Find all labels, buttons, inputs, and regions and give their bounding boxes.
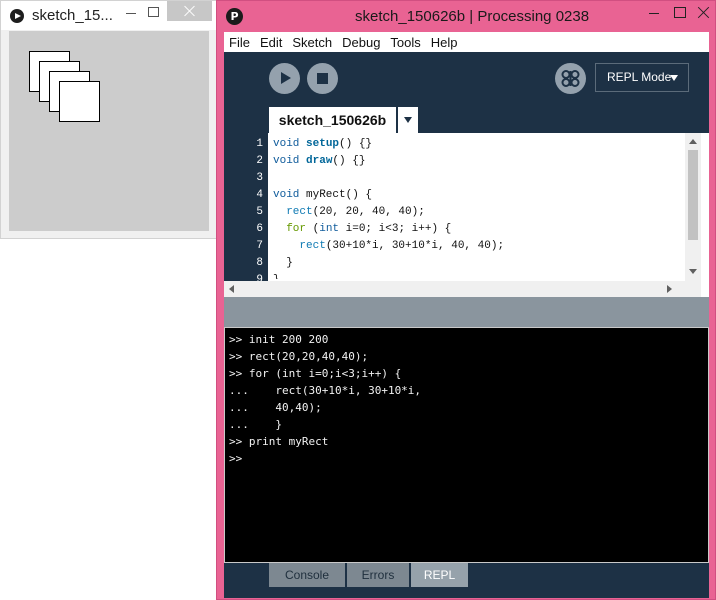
line-number: 7 [256,240,263,252]
repl-line: ... 40,40); [229,401,322,414]
repl-line: >> for (int i=0;i<3;i++) { [229,367,402,380]
repl-console[interactable]: >> init 200 200 >> rect(20,20,40,40); >>… [224,327,709,563]
status-bar [224,297,709,327]
close-button[interactable] [692,1,715,25]
tab-sketch[interactable]: sketch_150626b [269,107,396,133]
line-number: 1 [256,138,263,150]
repl-line: ... } [229,418,282,431]
line-number: 5 [256,206,263,218]
vertical-scrollbar[interactable] [685,133,701,281]
menu-tools[interactable]: Tools [385,35,425,50]
code-line: void setup() {} [273,138,373,150]
maximize-button[interactable] [670,1,692,25]
scroll-left-arrow-icon[interactable] [228,284,238,294]
debugger-glyph [561,70,580,87]
stop-icon[interactable] [307,63,338,94]
repl-line: >> rect(20,20,40,40); [229,350,369,363]
scroll-thumb[interactable] [688,150,698,240]
tab-errors[interactable]: Errors [347,563,409,587]
repl-line: >> init 200 200 [229,333,329,346]
code-line: void myRect() { [273,189,373,201]
code-line: for (int i=0; i<3; i++) { [286,223,452,235]
code-line: rect(30+10*i, 30+10*i, 40, 40); [299,240,505,252]
line-number: 2 [256,155,263,167]
repl-line: ... rect(30+10*i, 30+10*i, [229,384,422,397]
tab-repl[interactable]: REPL [411,563,468,587]
code-line: } [273,272,280,279]
code-line: void draw() {} [273,155,366,167]
scroll-up-arrow-icon[interactable] [688,137,698,147]
code-line: } [273,257,293,269]
repl-prompt[interactable]: >> [229,450,242,467]
line-number: 4 [256,189,263,201]
sketch-window-title: sketch_15... [32,7,113,24]
processing-run-icon [10,9,24,23]
code-editor[interactable]: 1 2 3 4 5 6 7 8 9 void setup() {} void d… [224,133,709,297]
ide-titlebar[interactable]: P sketch_150626b | Processing 0238 [217,1,715,32]
mode-selector[interactable]: REPL Mode [595,63,689,92]
code-line: rect(20, 20, 40, 40); [286,206,425,218]
toolbar: REPL Mode [224,52,709,105]
processing-logo-icon: P [226,8,243,25]
butterfly-icon[interactable] [555,63,586,94]
maximize-button[interactable] [148,1,165,23]
scroll-right-arrow-icon[interactable] [664,284,674,294]
menu-file[interactable]: File [224,35,255,50]
sketch-window: sketch_15... [0,0,217,239]
desktop: sketch_15... P sketch_150626b | Processi… [0,0,716,600]
drawn-rect [59,81,100,122]
code-text[interactable]: void setup() {} void draw() {} void myRe… [273,135,683,279]
repl-line: >> print myRect [229,435,329,448]
processing-ide-window: P sketch_150626b | Processing 0238 File … [216,0,716,600]
horizontal-scrollbar[interactable] [224,281,701,297]
line-number: 3 [256,172,263,184]
menu-bar: File Edit Sketch Debug Tools Help [224,32,709,52]
line-number-gutter: 1 2 3 4 5 6 7 8 9 [224,133,268,281]
bottom-tab-bar: Console Errors REPL [224,563,709,598]
play-icon[interactable] [269,63,300,94]
tab-console[interactable]: Console [269,563,345,587]
chevron-down-icon [670,75,678,81]
ide-window-title: sketch_150626b | Processing 0238 [355,8,590,25]
menu-sketch[interactable]: Sketch [287,35,337,50]
editor-tab-bar: sketch_150626b [224,105,709,133]
close-button[interactable] [167,1,212,21]
menu-edit[interactable]: Edit [255,35,287,50]
minimize-button[interactable] [637,1,671,25]
sketch-titlebar[interactable]: sketch_15... [1,1,216,30]
sketch-canvas[interactable] [9,31,209,231]
menu-debug[interactable]: Debug [337,35,385,50]
menu-help[interactable]: Help [426,35,463,50]
line-number: 8 [256,257,263,269]
minimize-button[interactable] [114,1,148,23]
tab-menu-chevron-icon[interactable] [398,107,418,133]
line-number: 9 [256,274,263,281]
mode-label: REPL Mode [607,70,672,84]
scroll-down-arrow-icon[interactable] [688,267,698,277]
line-number: 6 [256,223,263,235]
